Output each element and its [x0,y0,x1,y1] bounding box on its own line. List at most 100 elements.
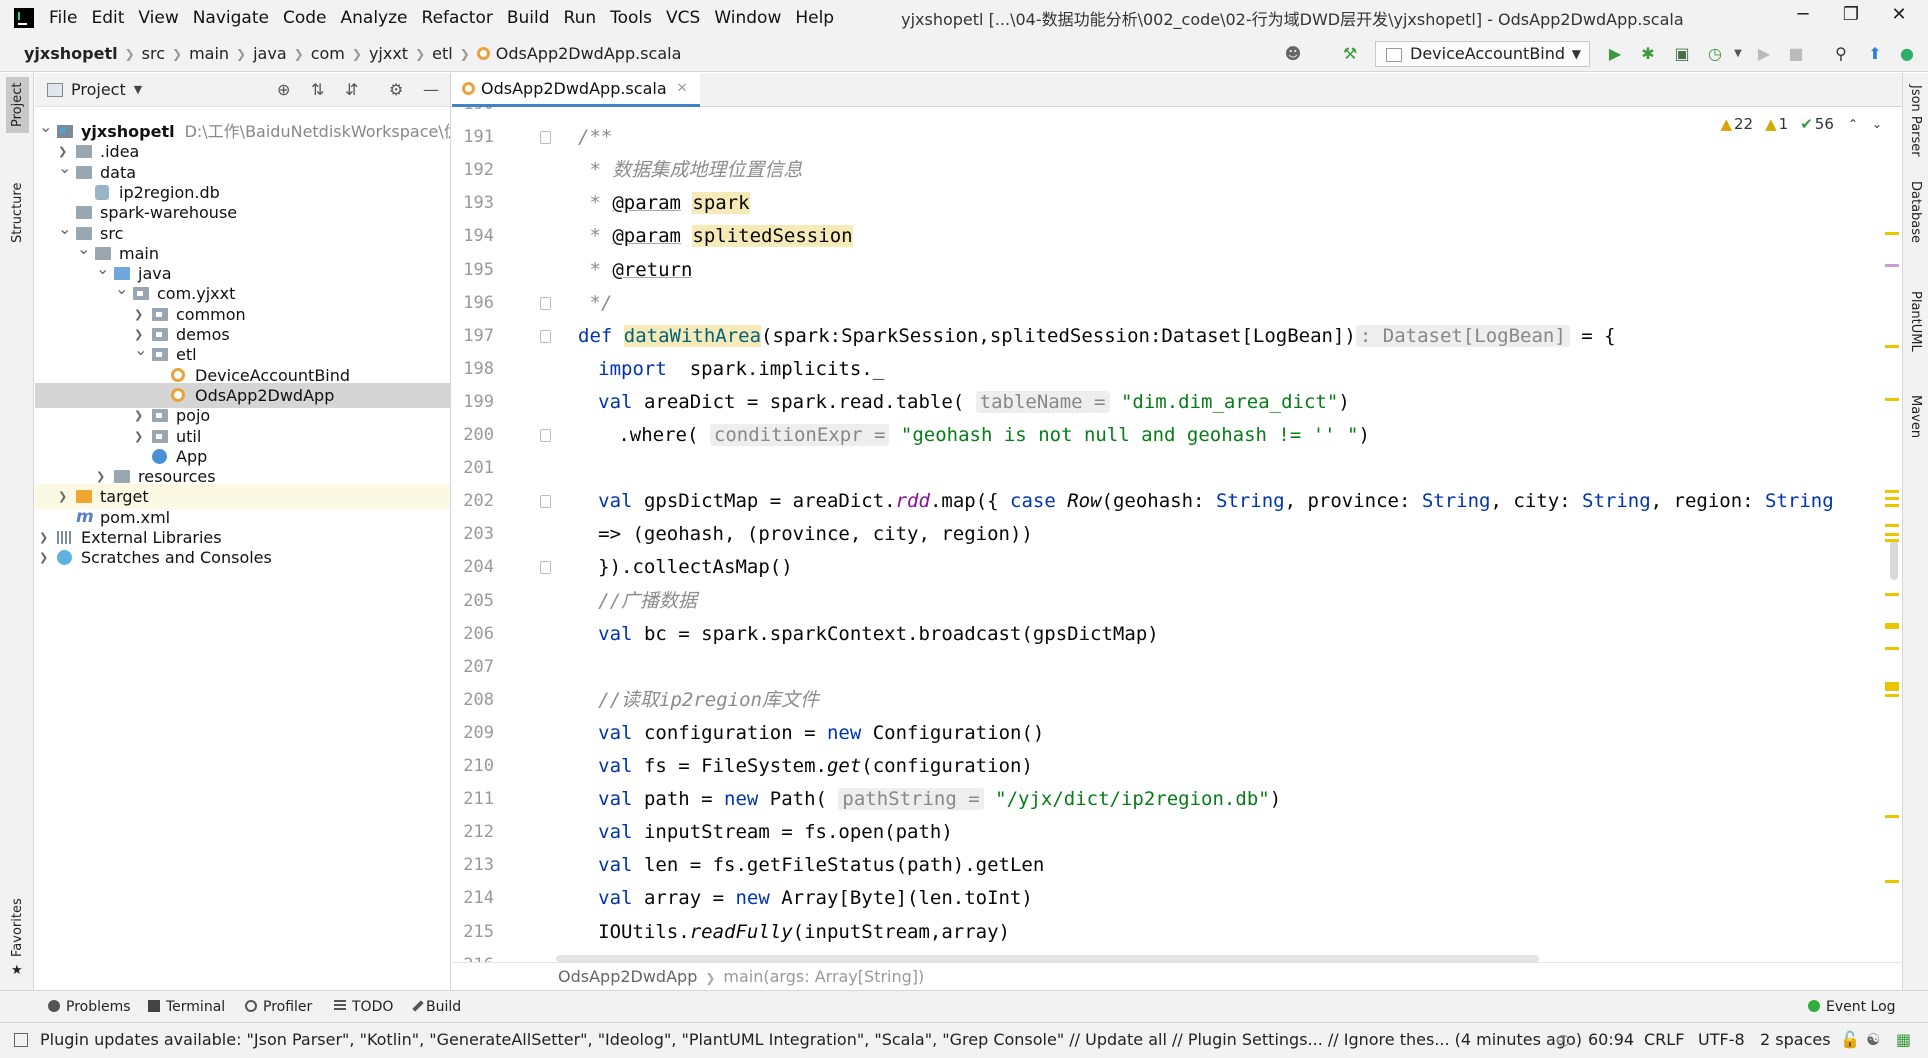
menu-edit[interactable]: Edit [84,0,131,36]
error-stripe-mark[interactable] [1885,398,1899,401]
fold-icon[interactable] [540,131,551,145]
chevron-down-icon[interactable]: ⌄ [58,155,71,180]
chevron-down-icon[interactable]: ⌄ [1872,117,1882,131]
error-stripe-mark[interactable] [1885,232,1899,235]
error-stripe-mark[interactable] [1885,533,1899,536]
error-stripe-mark[interactable] [1885,264,1899,267]
menu-file[interactable]: File [42,0,84,36]
debug-icon[interactable]: ✱ [1638,44,1658,64]
code-line[interactable]: val array = new Array[Byte](len.toInt) [598,882,1033,915]
indent-setting[interactable]: 2 spaces [1760,1023,1831,1057]
error-stripe-mark[interactable] [1885,593,1899,596]
code-line[interactable]: val gpsDictMap = areaDict.rdd.map({ case… [598,485,1834,518]
error-stripe-mark[interactable] [1885,497,1899,500]
breadcrumb-item[interactable]: src [138,44,169,63]
hammer-icon[interactable]: ⚒ [1340,44,1360,64]
breadcrumb-item[interactable]: yjxshopetl [20,44,122,63]
plugin-icon[interactable]: ● [1897,44,1917,64]
event-log[interactable]: Event Log [1808,991,1896,1023]
tab-plantuml[interactable]: PlantUML [1908,291,1923,352]
close-icon[interactable]: ✕ [677,81,688,96]
vertical-scrollbar[interactable] [1890,540,1898,580]
cursor-position[interactable]: 60:94 [1588,1023,1634,1057]
resume-icon[interactable]: ▶ [1754,44,1774,64]
tool-build[interactable]: Build [412,991,461,1023]
tab-maven[interactable]: Maven [1908,395,1923,438]
minimize-button[interactable]: ─ [1780,0,1826,32]
update-icon[interactable]: ⬆ [1865,44,1885,64]
expand-all-icon[interactable]: ⇅ [311,80,324,99]
search-icon[interactable]: ⚲ [1831,44,1851,64]
chevron-right-icon[interactable]: ❯ [39,545,51,570]
tab-structure[interactable]: Structure [8,177,27,249]
inspection-widget[interactable]: ▲ 22 ▲ 1 ✔ 56 ⌃ ⌄ [1720,109,1882,139]
chevron-down-icon[interactable]: ⌄ [39,114,52,139]
menu-analyze[interactable]: Analyze [334,0,415,36]
breadcrumb-item[interactable]: OdsApp2DwdApp.scala [473,44,686,63]
tool-profiler[interactable]: Profiler [245,991,312,1023]
chevron-down-icon[interactable]: ⌄ [58,216,71,241]
error-stripe-mark[interactable] [1885,694,1899,697]
menu-vcs[interactable]: VCS [659,0,707,36]
menu-code[interactable]: Code [276,0,334,36]
stop-icon[interactable]: ■ [1786,44,1806,64]
error-stripe-mark[interactable] [1885,688,1899,691]
error-stripe-mark[interactable] [1885,345,1899,348]
error-stripe-mark[interactable] [1885,539,1899,542]
breadcrumb-item[interactable]: yjxxt [365,44,412,63]
tab-odsapp2dwdapp[interactable]: OdsApp2DwdApp.scala ✕ [452,73,700,107]
breadcrumb-class[interactable]: OdsApp2DwdApp [558,967,697,986]
breadcrumb-item[interactable]: etl [428,44,457,63]
chevron-up-icon[interactable]: ⌃ [1848,117,1858,131]
collapse-all-icon[interactable]: ⇵ [345,80,358,99]
tool-problems[interactable]: Problems [48,991,131,1023]
code-line[interactable]: val len = fs.getFileStatus(path).getLen [598,849,1044,882]
file-encoding[interactable]: UTF-8 [1698,1023,1745,1057]
profile-icon[interactable]: ◷ [1705,44,1725,64]
code-line[interactable]: * @param splitedSession [578,220,853,253]
code-line[interactable]: val areaDict = spark.read.table( tableNa… [598,386,1350,419]
fold-icon[interactable] [540,296,551,310]
menu-refactor[interactable]: Refactor [415,0,500,36]
locate-icon[interactable]: ⊕ [277,80,290,99]
breadcrumb-item[interactable]: main [185,44,233,63]
close-button[interactable]: ✕ [1876,0,1922,32]
code-line[interactable]: * @return [578,254,692,287]
user-icon[interactable]: ☻ [1283,44,1303,64]
error-stripe-mark[interactable] [1885,623,1899,629]
code-line[interactable]: def dataWithArea(spark:SparkSession,spli… [578,320,1616,353]
code-line[interactable]: IOUtils.readFully(inputStream,array) [598,916,1010,949]
code-line[interactable]: => (geohash, (province, city, region)) [598,518,1033,551]
error-stripe-mark[interactable] [1885,504,1899,507]
menu-build[interactable]: Build [500,0,557,36]
menu-navigate[interactable]: Navigate [186,0,276,36]
code-line[interactable]: }).collectAsMap() [598,551,792,584]
menu-tools[interactable]: Tools [603,0,659,36]
error-stripe-mark[interactable] [1885,815,1899,818]
chevron-down-icon[interactable]: ⌄ [115,276,128,301]
code-line[interactable]: * 数据集成地理位置信息 [578,154,802,187]
chevron-down-icon[interactable]: ▼ [1728,44,1748,64]
menu-view[interactable]: View [131,0,185,36]
coverage-icon[interactable]: ▣ [1672,44,1692,64]
error-stripe-mark[interactable] [1885,524,1899,527]
chevron-down-icon[interactable]: ⌄ [134,337,147,362]
error-stripe-mark[interactable] [1885,880,1899,883]
chevron-down-icon[interactable]: ⌄ [77,236,90,261]
code-line[interactable]: val fs = FileSystem.get(configuration) [598,750,1033,783]
error-stripe-mark[interactable] [1885,647,1899,650]
memory-indicator-icon[interactable]: ◴ [1556,1023,1570,1057]
hide-icon[interactable]: — [423,80,439,99]
tool-todo[interactable]: TODO [334,991,393,1023]
inspector-icon[interactable]: ☯ [1866,1023,1880,1057]
run-icon[interactable]: ▶ [1605,44,1625,64]
plugin-status-icon[interactable]: ▦ [1896,1023,1911,1057]
code-line[interactable]: val path = new Path( pathString = "/yjx/… [598,783,1281,816]
code-line[interactable]: val bc = spark.sparkContext.broadcast(gp… [598,618,1159,651]
tab-json-parser[interactable]: Json Parser [1908,85,1923,157]
status-message[interactable]: Plugin updates available: "Json Parser",… [40,1023,1582,1057]
breadcrumb-item[interactable]: com [307,44,349,63]
code-line[interactable]: /** [578,121,612,154]
menu-run[interactable]: Run [557,0,604,36]
code-line[interactable]: .where( conditionExpr = "geohash is not … [618,419,1370,452]
